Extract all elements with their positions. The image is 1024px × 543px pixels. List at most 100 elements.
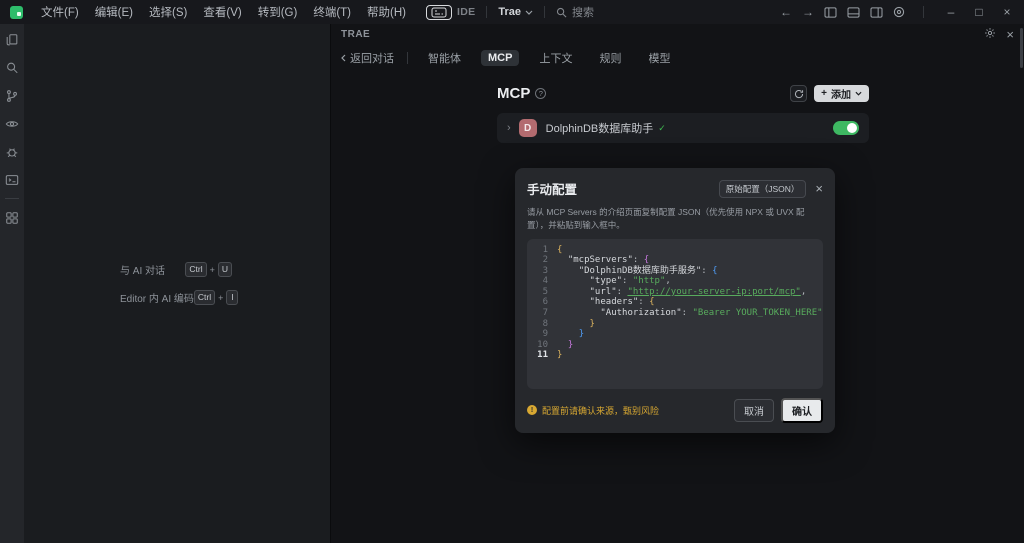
titlebar: 文件(F)编辑(E)选择(S)查看(V)转到(G)终端(T)帮助(H) IDE … xyxy=(0,0,1024,24)
menu-item[interactable]: 终端(T) xyxy=(305,1,359,23)
code-content: "Authorization": "Bearer YOUR_TOKEN_HERE… xyxy=(557,308,823,319)
source-control-icon[interactable] xyxy=(5,88,20,103)
line-number: 8 xyxy=(531,319,548,330)
back-to-chat-link[interactable]: 返回对话 xyxy=(341,50,394,66)
files-icon[interactable] xyxy=(5,32,20,47)
toggle-panel-icon[interactable] xyxy=(847,7,860,18)
line-number: 4 xyxy=(531,276,548,287)
menu-item[interactable]: 帮助(H) xyxy=(359,1,414,23)
code-line: 10 } xyxy=(531,340,817,351)
panel-scrollbar[interactable] xyxy=(1020,28,1023,68)
tab-mcp[interactable]: MCP xyxy=(481,50,519,66)
code-content: "DolphinDB数据库助手服务": { xyxy=(557,266,718,277)
code-line: 8 } xyxy=(531,319,817,330)
code-line: 1{ xyxy=(531,245,817,256)
shortcut-hint-row: 与 AI 对话 Ctrl+U xyxy=(120,262,232,277)
close-modal-icon[interactable]: × xyxy=(815,182,823,195)
mcp-server-row[interactable]: › D DolphinDB数据库助手 ✓ xyxy=(497,113,869,143)
refresh-button[interactable] xyxy=(790,85,807,102)
forward-arrow-icon[interactable]: → xyxy=(802,6,814,18)
config-json-editor[interactable]: 1{2 "mcpServers": {3 "DolphinDB数据库助手服务":… xyxy=(527,239,823,389)
server-toggle[interactable] xyxy=(833,121,859,135)
menu-item[interactable]: 编辑(E) xyxy=(87,1,141,23)
add-server-button[interactable]: + 添加 xyxy=(814,85,869,102)
menu-item[interactable]: 转到(G) xyxy=(250,1,306,23)
panel-header: TRAE × xyxy=(331,24,1024,45)
code-content: "mcpServers": { xyxy=(557,255,649,266)
line-number: 3 xyxy=(531,266,548,277)
layout-customize-icon[interactable] xyxy=(893,6,905,18)
tab-rules[interactable]: 规则 xyxy=(592,48,628,68)
back-arrow-icon[interactable]: ← xyxy=(780,6,792,18)
debug-bug-icon[interactable] xyxy=(5,144,20,159)
code-content: "headers": { xyxy=(557,297,655,308)
tab-context[interactable]: 上下文 xyxy=(532,48,579,68)
menu-item[interactable]: 文件(F) xyxy=(33,1,87,23)
app-logo[interactable] xyxy=(10,6,23,19)
preview-eye-icon[interactable] xyxy=(5,116,20,131)
code-line: 11} xyxy=(531,350,817,361)
maximize-button[interactable]: □ xyxy=(970,6,988,18)
code-content: } xyxy=(557,329,584,340)
workspace-selector[interactable]: Trae xyxy=(498,6,533,18)
toggle-sidebar-icon[interactable] xyxy=(824,7,837,18)
plus-sign: + xyxy=(218,293,223,303)
mode-badge[interactable]: IDE xyxy=(426,5,475,20)
help-icon[interactable]: ? xyxy=(535,88,546,99)
chevron-down-icon xyxy=(525,10,533,15)
titlebar-divider xyxy=(486,6,487,18)
editor-area[interactable]: 与 AI 对话Ctrl+UEditor 内 AI 编码Ctrl+I xyxy=(24,24,330,543)
close-window-button[interactable]: × xyxy=(998,6,1016,18)
terminal-panel-icon[interactable] xyxy=(5,172,20,187)
activity-bar xyxy=(0,24,24,543)
keycap: I xyxy=(226,290,238,304)
code-content: { xyxy=(557,245,562,256)
minimize-button[interactable]: – xyxy=(942,6,960,18)
panel-tabs: 返回对话 智能体 MCP 上下文规则模型 xyxy=(331,45,1024,71)
close-panel-icon[interactable]: × xyxy=(1006,28,1014,41)
code-line: 2 "mcpServers": { xyxy=(531,255,817,266)
tabs-divider xyxy=(407,52,408,64)
server-name: DolphinDB数据库助手 xyxy=(546,120,654,136)
modal-description: 请从 MCP Servers 的介绍页面复制配置 JSON（优先使用 NPX 或… xyxy=(527,206,823,232)
warning-text: 配置前请确认来源，甄别风险 xyxy=(542,404,659,417)
toggle-secondary-sidebar-icon[interactable] xyxy=(870,7,883,18)
shortcut-label: 与 AI 对话 xyxy=(120,262,165,277)
line-number: 11 xyxy=(531,350,548,361)
search-code-icon[interactable] xyxy=(5,60,20,75)
gear-icon[interactable] xyxy=(984,26,996,44)
workspace-name: Trae xyxy=(498,6,521,18)
search-label: 搜索 xyxy=(572,4,594,20)
tab-agents[interactable]: 智能体 xyxy=(421,48,468,68)
code-line: 4 "type": "http", xyxy=(531,276,817,287)
line-number: 1 xyxy=(531,245,548,256)
ide-mode-icon[interactable] xyxy=(426,5,452,20)
code-content: "url": "http://your-server-ip:port/mcp", xyxy=(557,287,806,298)
menu-item[interactable]: 查看(V) xyxy=(195,1,249,23)
line-number: 7 xyxy=(531,308,548,319)
modal-title: 手动配置 xyxy=(527,179,577,198)
plus-icon: + xyxy=(821,88,827,99)
tab-models[interactable]: 模型 xyxy=(641,48,677,68)
confirm-button[interactable]: 确认 xyxy=(781,398,823,423)
line-number: 10 xyxy=(531,340,548,351)
keycap: Ctrl xyxy=(185,262,206,276)
shortcut-keys: Ctrl+U xyxy=(185,262,232,276)
cancel-button[interactable]: 取消 xyxy=(734,399,774,422)
line-number: 9 xyxy=(531,329,548,340)
tab-list: 智能体 MCP 上下文规则模型 xyxy=(421,48,677,68)
shortcut-label: Editor 内 AI 编码 xyxy=(120,290,194,305)
shortcut-hints: 与 AI 对话 Ctrl+U Editor 内 AI 编码Ctrl+I xyxy=(120,262,232,305)
code-content: } xyxy=(557,350,562,361)
apps-grid-icon[interactable] xyxy=(5,210,20,225)
code-content: } xyxy=(557,340,573,351)
line-number: 5 xyxy=(531,287,548,298)
menu-bar: 文件(F)编辑(E)选择(S)查看(V)转到(G)终端(T)帮助(H) xyxy=(33,1,414,23)
menu-item[interactable]: 选择(S) xyxy=(141,1,195,23)
app-window: 文件(F)编辑(E)选择(S)查看(V)转到(G)终端(T)帮助(H) IDE … xyxy=(0,0,1024,543)
expand-chevron-icon[interactable]: › xyxy=(507,122,511,134)
titlebar-search[interactable]: 搜索 xyxy=(556,4,594,20)
shortcut-hint-row: Editor 内 AI 编码Ctrl+I xyxy=(120,290,232,305)
line-number: 6 xyxy=(531,297,548,308)
raw-json-button[interactable]: 原始配置（JSON） xyxy=(719,180,807,198)
